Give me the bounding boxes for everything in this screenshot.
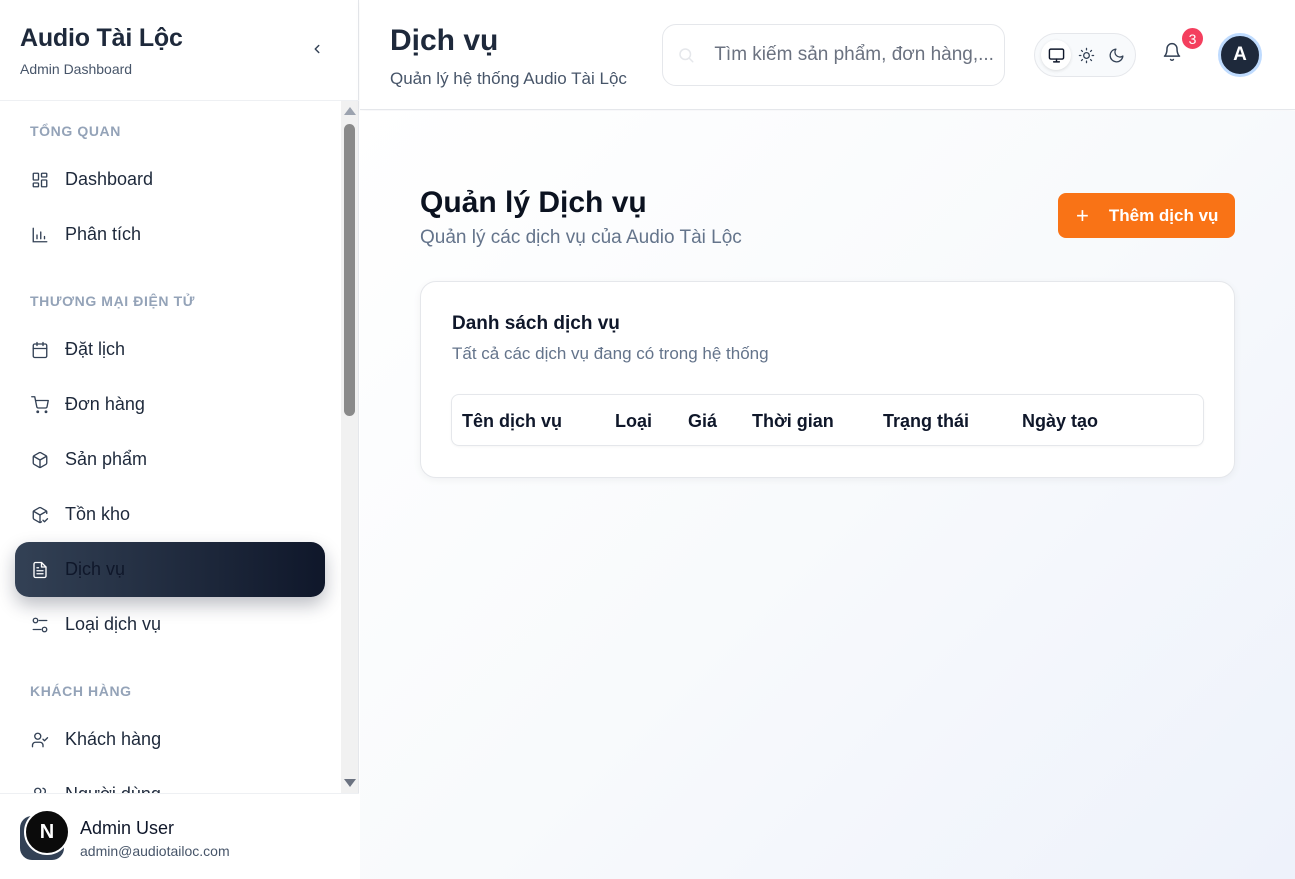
column-header-name[interactable]: Tên dịch vụ: [462, 411, 562, 432]
card-subtitle: Tất cả các dịch vụ đang có trong hệ thốn…: [452, 344, 769, 363]
column-header-price[interactable]: Giá: [688, 411, 717, 432]
section-title-ecommerce: THƯƠNG MẠI ĐIỆN TỬ: [30, 293, 195, 309]
sidebar-item-inventory[interactable]: Tồn kho: [15, 487, 325, 542]
brand-subtitle: Admin Dashboard: [20, 61, 133, 77]
brand: Audio Tài Lộc Admin Dashboard: [20, 24, 183, 77]
scroll-up-arrow-icon[interactable]: [344, 107, 356, 115]
section-heading: Quản lý Dịch vụ: [420, 186, 647, 219]
search-input[interactable]: [714, 44, 1004, 66]
search-icon: [677, 45, 696, 65]
section-title-overview: TỔNG QUAN: [30, 123, 121, 139]
sidebar-item-services[interactable]: Dịch vụ: [15, 542, 325, 597]
scroll-down-arrow-icon[interactable]: [344, 779, 356, 787]
collapse-sidebar-button[interactable]: [306, 38, 328, 60]
sidebar-item-booking[interactable]: Đặt lịch: [15, 322, 325, 377]
sidebar-item-label: Dịch vụ: [65, 559, 126, 579]
monitor-icon: [1048, 47, 1064, 63]
sidebar-item-customers[interactable]: Khách hàng: [15, 712, 325, 767]
sidebar-item-dashboard[interactable]: Dashboard: [15, 152, 325, 207]
page-subtitle: Quản lý hệ thống Audio Tài Lộc: [390, 69, 627, 88]
dashboard-grid-icon: [31, 171, 49, 189]
brand-title: Audio Tài Lộc: [20, 24, 183, 52]
section-subheading: Quản lý các dịch vụ của Audio Tài Lộc: [420, 227, 742, 248]
services-card: Danh sách dịch vụ Tất cả các dịch vụ đan…: [420, 281, 1235, 478]
theme-system-button[interactable]: [1041, 40, 1071, 70]
section-title-customers: KHÁCH HÀNG: [30, 683, 132, 699]
bar-chart-icon: [31, 226, 49, 244]
sidebar-item-service-types[interactable]: Loại dịch vụ: [15, 597, 325, 652]
package-check-icon: [31, 506, 49, 524]
column-header-type[interactable]: Loại: [615, 411, 652, 432]
column-header-status[interactable]: Trạng thái: [883, 411, 969, 432]
sidebar-item-label: Sản phẩm: [65, 449, 148, 469]
users-icon: [31, 786, 49, 793]
scrollbar-thumb[interactable]: [344, 124, 355, 416]
card-title: Danh sách dịch vụ: [452, 313, 620, 334]
file-text-icon: [31, 561, 49, 579]
chevron-left-icon: [314, 44, 320, 54]
add-service-button[interactable]: + Thêm dịch vụ: [1058, 193, 1235, 238]
sidebar-item-label: Đơn hàng: [65, 394, 145, 414]
sidebar-item-products[interactable]: Sản phẩm: [15, 432, 325, 487]
box-icon: [31, 451, 49, 469]
search-box[interactable]: [662, 24, 1005, 86]
sidebar-item-label: Dashboard: [65, 169, 154, 189]
user-check-icon: [31, 731, 49, 749]
column-header-created-date[interactable]: Ngày tạo: [1022, 411, 1098, 432]
sidebar: Audio Tài Lộc Admin Dashboard TỔNG QUAN …: [0, 0, 359, 879]
user-email: admin@audiotailoc.com: [80, 843, 230, 859]
add-service-label: Thêm dịch vụ: [1108, 205, 1219, 225]
cart-icon: [31, 395, 49, 414]
theme-light-button[interactable]: [1071, 40, 1101, 70]
user-name: Admin User: [80, 818, 175, 838]
sidebar-item-label: Loại dịch vụ: [65, 614, 162, 634]
user-footer[interactable]: N Admin User admin@audiotailoc.com: [0, 793, 359, 879]
sidebar-item-label: Tồn kho: [65, 504, 131, 524]
user-avatar[interactable]: N: [24, 809, 70, 855]
top-header: Dịch vụ Quản lý hệ thống Audio Tài Lộc 3…: [360, 0, 1295, 110]
calendar-icon: [31, 341, 49, 359]
sidebar-item-label: Phân tích: [65, 224, 142, 244]
sidebar-item-users[interactable]: Người dùng: [15, 767, 325, 793]
sidebar-item-orders[interactable]: Đơn hàng: [15, 377, 325, 432]
sidebar-scrollbar[interactable]: [341, 101, 358, 793]
header-avatar[interactable]: A: [1218, 33, 1262, 77]
page-title: Dịch vụ: [390, 24, 499, 57]
bell-icon: [1163, 42, 1181, 62]
moon-icon: [1109, 47, 1124, 62]
main-content: Quản lý Dịch vụ Quản lý các dịch vụ của …: [360, 111, 1295, 879]
column-header-duration[interactable]: Thời gian: [752, 411, 834, 432]
sliders-icon: [31, 616, 49, 634]
notification-badge: 3: [1180, 26, 1205, 51]
plus-icon: +: [1076, 202, 1089, 228]
theme-switcher: [1034, 33, 1136, 77]
services-table: Tên dịch vụ Loại Giá Thời gian Trạng thá…: [451, 394, 1204, 446]
sidebar-item-label: Người dùng: [65, 784, 161, 793]
sidebar-item-label: Đặt lịch: [65, 339, 126, 359]
sidebar-item-analytics[interactable]: Phân tích: [15, 207, 325, 262]
sun-icon: [1078, 47, 1094, 63]
sidebar-item-label: Khách hàng: [65, 729, 162, 749]
theme-dark-button[interactable]: [1101, 40, 1131, 70]
sidebar-nav: TỔNG QUAN Dashboard Phân tích THƯƠNG MẠI…: [0, 101, 341, 793]
